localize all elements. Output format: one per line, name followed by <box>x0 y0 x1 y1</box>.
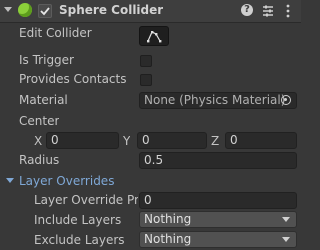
more-icon[interactable] <box>285 4 291 18</box>
center-y-field[interactable]: 0 <box>137 132 207 149</box>
component-header: Sphere Collider ? <box>0 0 301 23</box>
object-picker-icon[interactable] <box>281 95 291 105</box>
chevron-down-icon <box>282 237 290 242</box>
provides-contacts-checkbox[interactable] <box>140 74 152 86</box>
include-layers-label: Include Layers <box>34 213 122 227</box>
component-enabled-checkbox[interactable] <box>38 4 52 18</box>
material-value: None (Physics Material) <box>144 93 286 107</box>
include-layers-dropdown[interactable]: Nothing <box>139 211 297 228</box>
presets-icon[interactable] <box>261 4 275 18</box>
edit-collider-button[interactable] <box>139 26 169 46</box>
edit-collider-icon <box>147 31 162 43</box>
center-x-field[interactable]: 0 <box>46 132 119 149</box>
sphere-collider-icon <box>18 3 32 17</box>
exclude-layers-label: Exclude Layers <box>34 233 125 247</box>
radius-label: Radius <box>19 153 60 167</box>
center-x-label[interactable]: X <box>34 134 42 148</box>
layer-override-priority-field[interactable]: 0 <box>139 192 297 209</box>
layer-overrides-foldout-icon[interactable] <box>6 178 14 183</box>
layer-overrides-label[interactable]: Layer Overrides <box>19 174 114 188</box>
provides-contacts-label: Provides Contacts <box>19 72 127 86</box>
center-y-label[interactable]: Y <box>123 134 130 148</box>
include-layers-value: Nothing <box>144 212 192 226</box>
center-z-field[interactable]: 0 <box>225 132 297 149</box>
is-trigger-label: Is Trigger <box>19 53 74 67</box>
layer-override-priority-value: 0 <box>144 193 152 207</box>
center-label: Center <box>19 114 60 128</box>
layer-override-priority-label: Layer Override Prio <box>34 193 138 207</box>
chevron-down-icon <box>282 217 290 222</box>
material-object-field[interactable]: None (Physics Material) <box>139 92 297 109</box>
exclude-layers-dropdown[interactable]: Nothing <box>139 231 297 248</box>
exclude-layers-value: Nothing <box>144 232 192 246</box>
radius-field[interactable]: 0.5 <box>139 152 297 169</box>
center-z-value: 0 <box>230 133 238 147</box>
help-icon[interactable]: ? <box>241 4 253 16</box>
center-x-value: 0 <box>51 133 59 147</box>
foldout-arrow-icon[interactable] <box>4 7 12 12</box>
component-title: Sphere Collider <box>59 3 164 17</box>
radius-value: 0.5 <box>144 153 164 167</box>
material-label: Material <box>19 93 68 107</box>
is-trigger-checkbox[interactable] <box>140 55 152 67</box>
edit-collider-label: Edit Collider <box>19 26 92 40</box>
center-z-label[interactable]: Z <box>211 134 219 148</box>
center-y-value: 0 <box>142 133 150 147</box>
